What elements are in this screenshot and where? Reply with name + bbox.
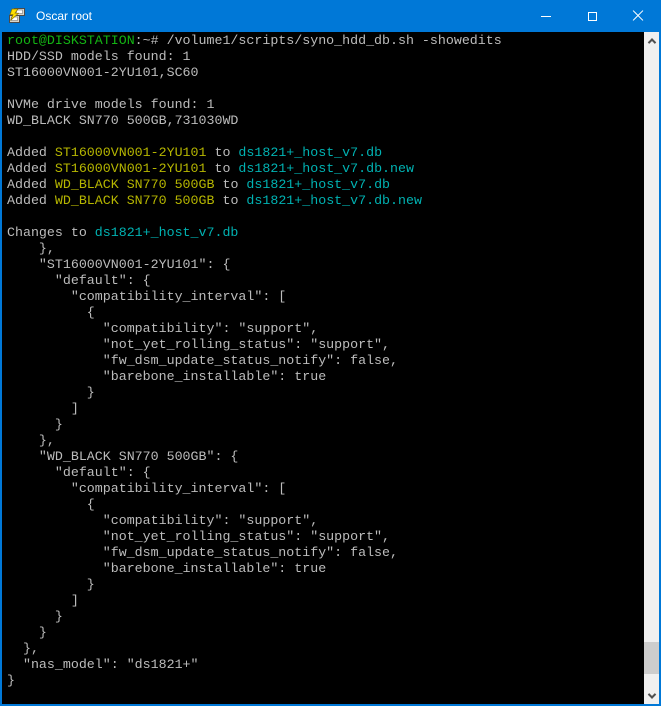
terminal-line: { [7, 497, 644, 513]
window-body: root@DISKSTATION:~# /volume1/scripts/syn… [0, 32, 661, 706]
terminal-line: "barebone_installable": true [7, 369, 644, 385]
terminal-line [7, 129, 644, 145]
terminal-line: Added WD_BLACK SN770 500GB to ds1821+_ho… [7, 193, 644, 209]
terminal-line: "barebone_installable": true [7, 561, 644, 577]
terminal-line: ] [7, 593, 644, 609]
terminal-line: "compatibility_interval": [ [7, 289, 644, 305]
terminal-line: Added WD_BLACK SN770 500GB to ds1821+_ho… [7, 177, 644, 193]
minimize-button[interactable] [523, 0, 569, 32]
titlebar[interactable]: Oscar root [0, 0, 661, 32]
close-button[interactable] [615, 0, 661, 32]
terminal-line: Added ST16000VN001-2YU101 to ds1821+_hos… [7, 145, 644, 161]
scroll-down-button[interactable] [644, 687, 659, 704]
terminal-line: } [7, 577, 644, 593]
terminal-line: "compatibility_interval": [ [7, 481, 644, 497]
terminal-line: "compatibility": "support", [7, 513, 644, 529]
terminal-line: }, [7, 241, 644, 257]
scrollbar-thumb[interactable] [644, 642, 659, 674]
terminal-line: WD_BLACK SN770 500GB,731030WD [7, 113, 644, 129]
window-controls [523, 0, 661, 32]
terminal-line: "not_yet_rolling_status": "support", [7, 529, 644, 545]
terminal-line: ] [7, 401, 644, 417]
terminal-line: HDD/SSD models found: 1 [7, 49, 644, 65]
scrollbar[interactable] [644, 32, 659, 704]
terminal-line: } [7, 673, 644, 689]
terminal-line: } [7, 417, 644, 433]
terminal-output[interactable]: root@DISKSTATION:~# /volume1/scripts/syn… [2, 32, 644, 704]
terminal-line [7, 209, 644, 225]
terminal-line: }, [7, 433, 644, 449]
maximize-icon [588, 12, 597, 21]
terminal-line: root@DISKSTATION:~# /volume1/scripts/syn… [7, 33, 644, 49]
terminal-line: "fw_dsm_update_status_notify": false, [7, 545, 644, 561]
close-icon [632, 10, 644, 22]
putty-window: Oscar root root@DISKSTATION:~# /volume1/… [0, 0, 661, 706]
terminal-line: { [7, 305, 644, 321]
minimize-icon [541, 16, 551, 17]
chevron-up-icon [647, 38, 655, 46]
terminal-line: }, [7, 641, 644, 657]
terminal-line: } [7, 385, 644, 401]
terminal-line: } [7, 625, 644, 641]
terminal-line [7, 81, 644, 97]
terminal-line: "compatibility": "support", [7, 321, 644, 337]
terminal-line: NVMe drive models found: 1 [7, 97, 644, 113]
putty-icon [8, 7, 26, 25]
maximize-button[interactable] [569, 0, 615, 32]
terminal-line: "ST16000VN001-2YU101": { [7, 257, 644, 273]
terminal-line: Changes to ds1821+_host_v7.db [7, 225, 644, 241]
terminal-line: "WD_BLACK SN770 500GB": { [7, 449, 644, 465]
terminal-line: "fw_dsm_update_status_notify": false, [7, 353, 644, 369]
terminal-line: ST16000VN001-2YU101,SC60 [7, 65, 644, 81]
terminal-line: "nas_model": "ds1821+" [7, 657, 644, 673]
terminal-line: "not_yet_rolling_status": "support", [7, 337, 644, 353]
terminal-line: } [7, 609, 644, 625]
terminal-line: "default": { [7, 273, 644, 289]
chevron-down-icon [647, 690, 655, 698]
terminal-line: "default": { [7, 465, 644, 481]
scroll-up-button[interactable] [644, 32, 659, 49]
window-title: Oscar root [36, 9, 523, 23]
terminal-line: Added ST16000VN001-2YU101 to ds1821+_hos… [7, 161, 644, 177]
